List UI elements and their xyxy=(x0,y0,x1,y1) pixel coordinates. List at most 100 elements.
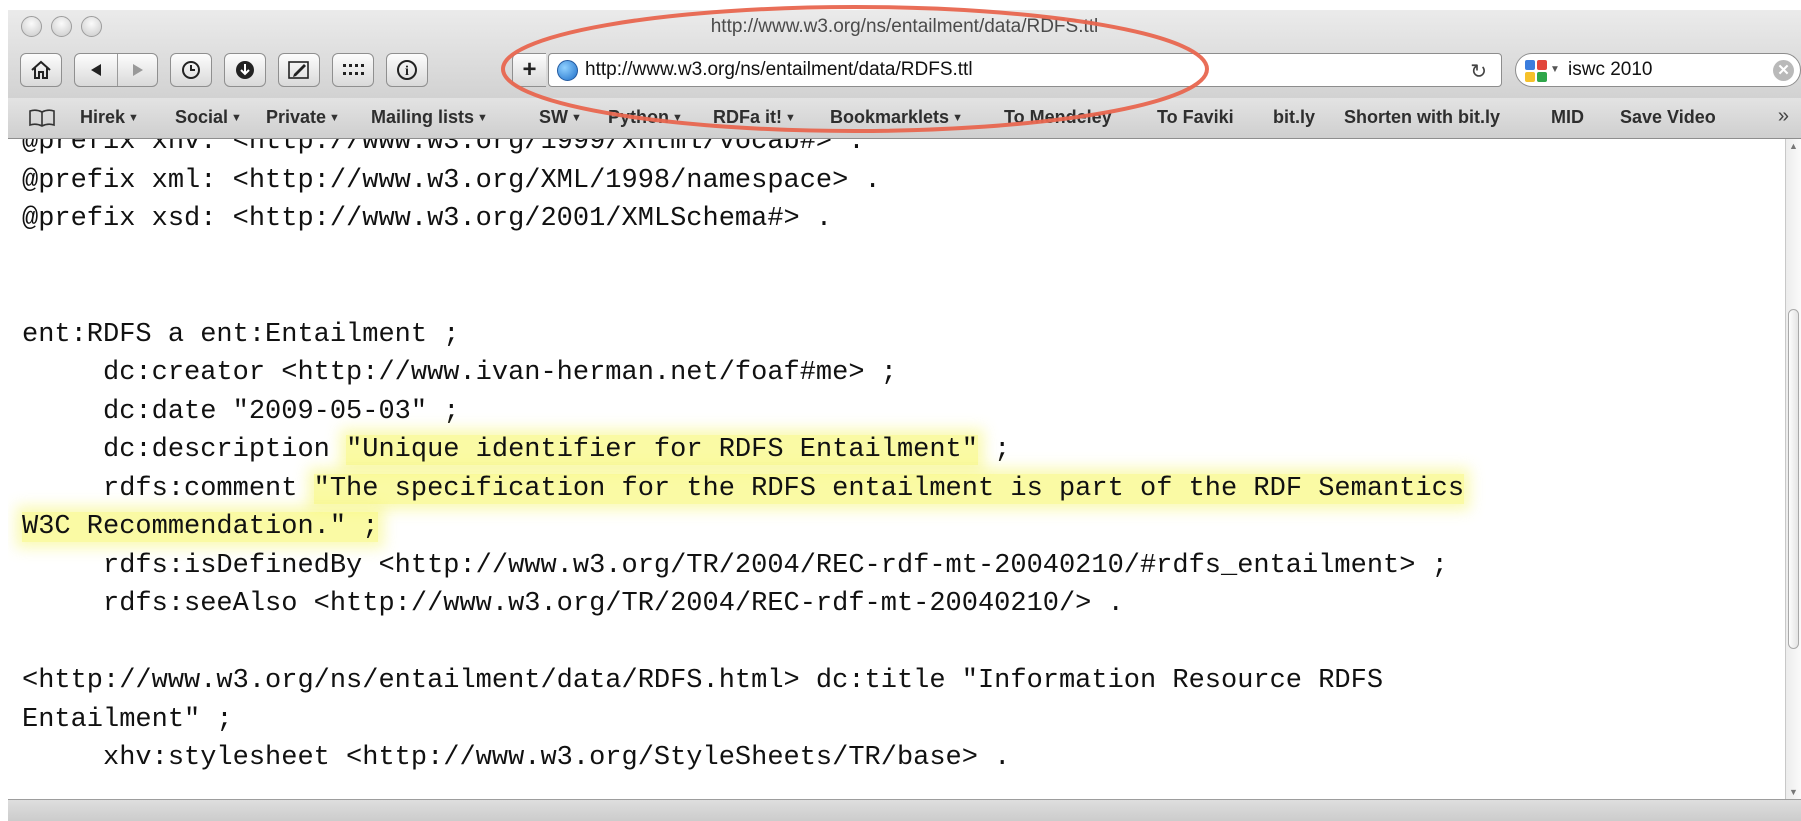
bookmark-item[interactable]: Social ▼ xyxy=(175,107,242,128)
chevron-down-icon: ▼ xyxy=(785,112,796,124)
page-content: @prefix xhv: <http://www.w3.org/1999/xht… xyxy=(8,139,1785,799)
chevron-down-icon: ▼ xyxy=(672,112,683,124)
bookmark-label: Save Video xyxy=(1620,107,1716,127)
plus-icon: + xyxy=(522,56,537,83)
highlighted-text: W3C Recommendation." ; xyxy=(22,512,379,542)
bookmark-item[interactable]: RDFa it! ▼ xyxy=(713,107,796,128)
bookmark-label: Bookmarklets xyxy=(830,107,950,127)
bookmarks-book-icon[interactable] xyxy=(28,109,56,127)
chevron-down-icon: ▼ xyxy=(128,112,139,124)
scroll-down-icon[interactable]: ▼ xyxy=(1789,787,1798,797)
bookmark-label: Private xyxy=(266,107,327,127)
search-input[interactable]: iswc 2010 xyxy=(1568,59,1653,81)
bookmark-item[interactable]: Shorten with bit.ly xyxy=(1344,107,1500,128)
chevron-down-icon: ▼ xyxy=(477,112,488,124)
add-bookmark-button[interactable]: + xyxy=(512,53,546,87)
bookmark-item[interactable]: bit.ly xyxy=(1273,107,1315,128)
chevron-down-icon: ▼ xyxy=(231,112,242,124)
bookmark-label: To Faviki xyxy=(1157,107,1234,127)
chevron-down-icon: ▼ xyxy=(329,112,340,124)
info-button[interactable]: i xyxy=(386,53,428,87)
toolbar: http://www.w3.org/ns/entailment/data/RDF… xyxy=(8,10,1801,99)
top-sites-button[interactable] xyxy=(332,53,374,87)
code-line: dc:creator <http://www.ivan-herman.net/f… xyxy=(22,358,897,388)
home-icon xyxy=(31,60,51,79)
scrollbar-thumb[interactable] xyxy=(1788,309,1799,649)
bookmark-label: MID xyxy=(1551,107,1584,127)
svg-text:i: i xyxy=(405,64,409,79)
clear-search-icon[interactable]: ✕ xyxy=(1773,60,1794,81)
bookmark-label: Shorten with bit.ly xyxy=(1344,107,1500,127)
code-line: <http://www.w3.org/ns/entailment/data/RD… xyxy=(22,666,1384,696)
bookmark-item[interactable]: To Faviki xyxy=(1157,107,1234,128)
globe-icon xyxy=(557,60,578,81)
code-line: dc:description "Unique identifier for RD… xyxy=(22,431,1464,470)
bookmark-label: bit.ly xyxy=(1273,107,1316,127)
bookmark-item[interactable]: MID xyxy=(1551,107,1584,128)
forward-arrow-icon xyxy=(133,64,143,76)
bookmark-label: RDFa it! xyxy=(713,107,782,127)
code-line: ent:RDFS a ent:Entailment ; xyxy=(22,319,460,350)
code-line: @prefix xml: <http://www.w3.org/XML/1998… xyxy=(22,165,881,196)
bookmark-item[interactable]: SW ▼ xyxy=(539,107,582,128)
ttl-source: @prefix xhv: <http://www.w3.org/1999/xht… xyxy=(22,139,1465,778)
bookmarks-bar: Hirek ▼ Social ▼ Private ▼ Mailing lists ▼ SW ▼ Py… xyxy=(8,98,1801,139)
bookmark-item[interactable]: Save Video xyxy=(1620,107,1716,128)
code-line: @prefix xhv: <http://www.w3.org/1999/xht… xyxy=(22,139,865,157)
chevron-down-icon: ▼ xyxy=(571,112,582,124)
history-button[interactable] xyxy=(170,53,212,87)
vertical-scrollbar[interactable]: ▲ ▼ xyxy=(1785,139,1801,799)
back-arrow-icon xyxy=(91,64,101,76)
home-button[interactable] xyxy=(20,53,62,87)
window-title: http://www.w3.org/ns/entailment/data/RDF… xyxy=(710,16,1099,37)
code-line: W3C Recommendation." ; xyxy=(22,508,1464,547)
top-sites-icon xyxy=(343,64,364,75)
code-line: @prefix xsd: <http://www.w3.org/2001/XML… xyxy=(22,204,833,234)
pencil-icon xyxy=(288,61,309,79)
highlighted-text: "The specification for the RDFS entailme… xyxy=(313,473,1465,504)
chevron-down-icon: ▼ xyxy=(952,112,963,124)
back-button[interactable] xyxy=(75,54,117,86)
bookmark-label: Hirek xyxy=(80,107,126,127)
bookmark-label: Mailing lists xyxy=(371,107,475,127)
reload-icon[interactable]: ↻ xyxy=(1470,59,1487,84)
url-input[interactable]: http://www.w3.org/ns/entailment/data/RDF… xyxy=(585,59,973,81)
bookmark-label: Python xyxy=(608,107,669,127)
code-line: rdfs:isDefinedBy <http://www.w3.org/TR/2… xyxy=(22,550,1448,581)
code-line: rdfs:seeAlso <http://www.w3.org/TR/2004/… xyxy=(22,589,1124,619)
bookmark-item[interactable]: To Mendeley xyxy=(1004,107,1112,128)
google-icon xyxy=(1525,60,1547,82)
bookmark-label: SW xyxy=(539,107,568,127)
search-field[interactable]: ▼ iswc 2010 ✕ xyxy=(1515,53,1801,87)
code-line: rdfs:comment "The specification for the … xyxy=(22,470,1465,509)
edit-button[interactable] xyxy=(278,53,320,87)
download-icon xyxy=(236,61,254,79)
status-bar xyxy=(8,799,1801,821)
bookmark-item[interactable]: Private ▼ xyxy=(266,107,340,128)
bookmark-label: Social xyxy=(175,107,229,127)
search-engine-menu-icon[interactable]: ▼ xyxy=(1550,64,1560,75)
code-line: xhv:stylesheet <http://www.w3.org/StyleS… xyxy=(22,743,1011,773)
browser-window: http://www.w3.org/ns/entailment/data/RDF… xyxy=(8,10,1801,821)
bookmark-item[interactable]: Bookmarklets ▼ xyxy=(830,107,963,128)
address-bar[interactable]: http://www.w3.org/ns/entailment/data/RDF… xyxy=(548,53,1502,87)
code-text: dc:description xyxy=(22,435,347,465)
code-line: dc:date "2009-05-03" ; xyxy=(22,396,460,427)
code-text: rdfs:comment xyxy=(22,473,314,504)
bookmark-label: To Mendeley xyxy=(1004,107,1112,127)
info-icon: i xyxy=(397,60,417,80)
code-text: ; xyxy=(977,435,1011,465)
scroll-up-icon[interactable]: ▲ xyxy=(1789,141,1798,151)
highlighted-text: "Unique identifier for RDFS Entailment" xyxy=(346,435,978,465)
clock-icon xyxy=(182,61,200,79)
downloads-button[interactable] xyxy=(224,53,266,87)
back-forward-control xyxy=(74,53,158,87)
forward-button[interactable] xyxy=(117,54,159,86)
bookmark-item[interactable]: Mailing lists ▼ xyxy=(371,107,488,128)
more-bookmarks-button[interactable]: » xyxy=(1778,105,1789,128)
bookmark-item[interactable]: Python ▼ xyxy=(608,107,683,128)
bookmark-item[interactable]: Hirek ▼ xyxy=(80,107,139,128)
